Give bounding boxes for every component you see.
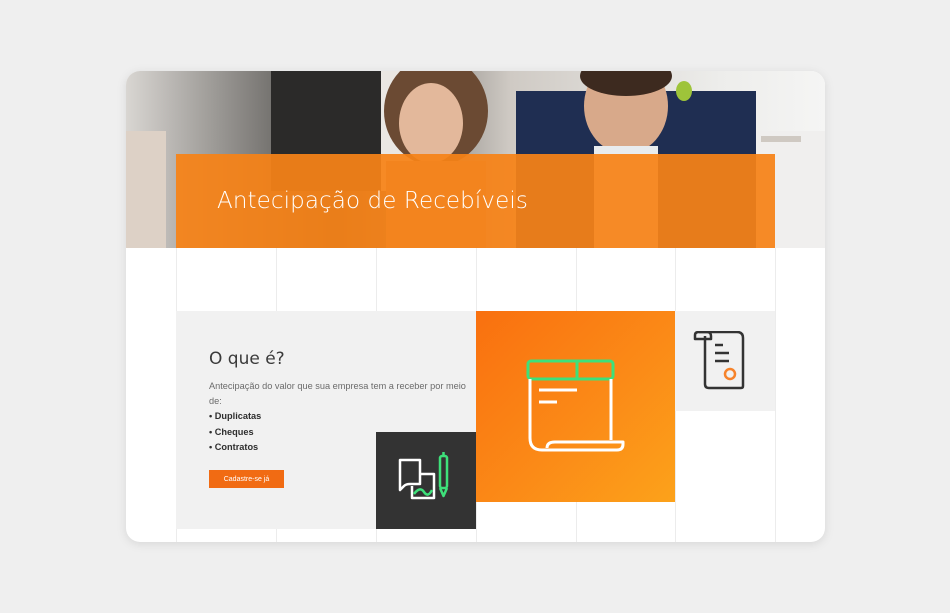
hero-section: Antecipação de Recebíveis [126, 71, 825, 248]
list-item: Contratos [209, 440, 261, 456]
hero-banner: Antecipação de Recebíveis [176, 154, 775, 248]
list-item: Duplicatas [209, 409, 261, 425]
signup-button[interactable]: Cadastre-se já [209, 470, 284, 488]
contract-signing-icon [398, 452, 449, 500]
grid-line [775, 248, 776, 542]
section-heading: O que é? [209, 349, 285, 369]
page-title: Antecipação de Recebíveis [217, 188, 528, 214]
gray-feature-tile [675, 311, 775, 411]
list-item: Cheques [209, 425, 261, 441]
certificate-icon [693, 331, 745, 390]
receivables-list: Duplicatas Cheques Contratos [209, 409, 261, 456]
dark-feature-tile [376, 432, 476, 529]
document-scroll-icon [526, 359, 625, 452]
content-card: Antecipação de Recebíveis O que é? Antec… [126, 71, 825, 542]
orange-feature-tile [476, 311, 675, 502]
section-description: Antecipação do valor que sua empresa tem… [209, 381, 466, 406]
